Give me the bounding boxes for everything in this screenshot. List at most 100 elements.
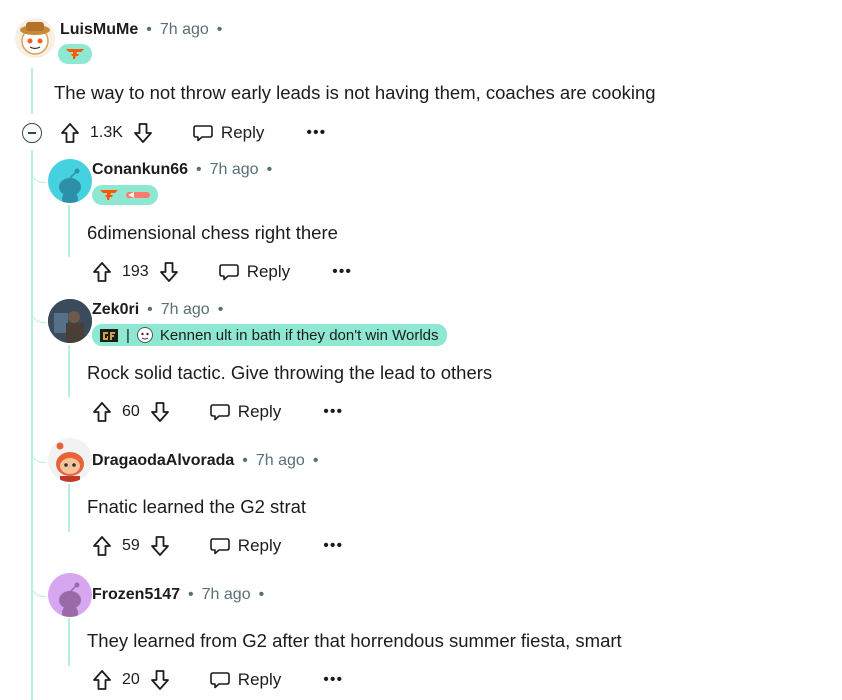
thread-line-children — [31, 150, 33, 700]
vote-count: 20 — [122, 671, 140, 688]
comment-actions: 20 Reply ••• — [92, 667, 343, 693]
separator-dot: • — [266, 161, 273, 178]
username[interactable]: Conankun66 — [92, 161, 188, 179]
downvote-arrow-icon[interactable] — [150, 401, 170, 423]
downvote-arrow-icon[interactable] — [133, 122, 153, 144]
timestamp[interactable]: 7h ago — [161, 301, 210, 319]
comment-actions: 60 Reply ••• — [92, 399, 343, 425]
comment-actions: 59 Reply ••• — [92, 533, 343, 559]
more-options-button[interactable]: ••• — [323, 537, 343, 555]
username[interactable]: DragaodaAlvorada — [92, 452, 234, 470]
timestamp[interactable]: 7h ago — [202, 586, 251, 604]
downvote-arrow-icon[interactable] — [150, 669, 170, 691]
comment-actions: 193 Reply ••• — [92, 259, 352, 285]
upvote-arrow-icon[interactable] — [92, 401, 112, 423]
vote-group: 1.3K — [60, 122, 153, 144]
separator-dot: • — [216, 21, 223, 38]
snoo-avatar-icon — [59, 168, 81, 203]
separator-dot: • — [188, 586, 194, 603]
thread-connector — [31, 566, 46, 597]
comment-actions: 1.3K Reply ••• — [60, 120, 326, 146]
comment-body: They learned from G2 after that horrendo… — [87, 630, 622, 651]
upvote-arrow-icon[interactable] — [92, 669, 112, 691]
team-emblem-icon — [126, 192, 150, 198]
reply-button[interactable]: Reply — [209, 670, 281, 690]
separator-dot: • — [312, 452, 319, 469]
comment-body: Fnatic learned the G2 strat — [87, 496, 307, 517]
thread-line-conankun — [68, 205, 70, 257]
flair-divider: | — [126, 326, 130, 344]
vote-count: 59 — [122, 537, 140, 554]
timestamp[interactable]: 7h ago — [160, 21, 209, 39]
upvote-arrow-icon[interactable] — [92, 261, 112, 283]
snoo-avatar-icon — [56, 442, 84, 482]
comment-meta: Frozen5147 • 7h ago • — [92, 586, 264, 604]
comment-body: Rock solid tactic. Give throwing the lea… — [87, 362, 493, 383]
reply-label: Reply — [237, 402, 282, 421]
avatar[interactable] — [48, 573, 92, 617]
avatar[interactable] — [48, 299, 92, 343]
more-options-button[interactable]: ••• — [332, 263, 352, 281]
downvote-arrow-icon[interactable] — [150, 535, 170, 557]
flair-text: Kennen ult in bath if they don't win Wor… — [159, 326, 439, 344]
comment-meta: LuisMuMe • 7h ago • — [60, 21, 222, 39]
collapse-thread-button[interactable] — [22, 123, 42, 143]
timestamp[interactable]: 7h ago — [210, 161, 259, 179]
separator-dot: • — [258, 586, 265, 603]
comment-meta: DragaodaAlvorada • 7h ago • — [92, 452, 318, 470]
reply-button[interactable]: Reply — [209, 402, 282, 422]
vote-group: 59 — [92, 535, 170, 557]
reply-label: Reply — [246, 262, 291, 281]
fnatic-logo-icon — [100, 190, 118, 200]
separator-dot: • — [147, 301, 153, 318]
downvote-arrow-icon[interactable] — [159, 261, 179, 283]
avatar[interactable] — [15, 18, 55, 58]
reply-label: Reply — [220, 123, 265, 142]
separator-dot: • — [217, 301, 224, 318]
thread-connector — [31, 430, 46, 463]
avatar[interactable] — [48, 438, 92, 482]
thread-connector — [31, 150, 46, 183]
more-options-button[interactable]: ••• — [323, 671, 343, 689]
user-flair: | Kennen ult in bath if they don't win W… — [92, 324, 447, 346]
user-flair — [58, 44, 92, 64]
reply-label: Reply — [237, 536, 282, 555]
reply-button[interactable]: Reply — [209, 536, 282, 556]
timestamp[interactable]: 7h ago — [256, 452, 305, 470]
comment-meta: Conankun66 • 7h ago • — [92, 161, 272, 179]
username[interactable]: Zek0ri — [92, 301, 139, 319]
username[interactable]: Frozen5147 — [92, 586, 180, 604]
vote-group: 20 — [92, 669, 170, 691]
separator-dot: • — [242, 452, 248, 469]
speech-bubble-icon — [209, 538, 230, 555]
upvote-arrow-icon[interactable] — [92, 535, 112, 557]
reply-button[interactable]: Reply — [193, 123, 264, 143]
vote-count: 193 — [122, 263, 149, 280]
speech-bubble-icon — [209, 672, 230, 689]
vote-count: 1.3K — [90, 124, 123, 141]
gen-g-logo-icon — [100, 329, 118, 342]
vote-count: 60 — [122, 403, 140, 420]
comment-body: The way to not throw early leads is not … — [54, 82, 656, 103]
kennen-emoji-icon — [136, 327, 153, 343]
thread-line-dragao — [68, 484, 70, 532]
separator-dot: • — [146, 21, 152, 38]
thread-line-frozen — [68, 618, 70, 666]
username[interactable]: LuisMuMe — [60, 21, 138, 39]
speech-bubble-icon — [193, 125, 213, 142]
avatar[interactable] — [48, 159, 92, 203]
fnatic-logo-icon — [66, 49, 84, 59]
reply-button[interactable]: Reply — [218, 262, 291, 282]
separator-dot: • — [196, 161, 202, 178]
speech-bubble-icon — [209, 404, 230, 421]
thread-line-root — [31, 68, 33, 114]
comment-body: 6dimensional chess right there — [87, 222, 338, 243]
snoo-avatar-icon — [59, 582, 81, 617]
more-options-button[interactable]: ••• — [306, 124, 326, 142]
more-options-button[interactable]: ••• — [323, 403, 343, 421]
profile-photo-icon — [48, 299, 92, 343]
thread-connector — [31, 290, 46, 323]
user-flair — [92, 185, 158, 205]
vote-group: 60 — [92, 401, 170, 423]
upvote-arrow-icon[interactable] — [60, 122, 80, 144]
